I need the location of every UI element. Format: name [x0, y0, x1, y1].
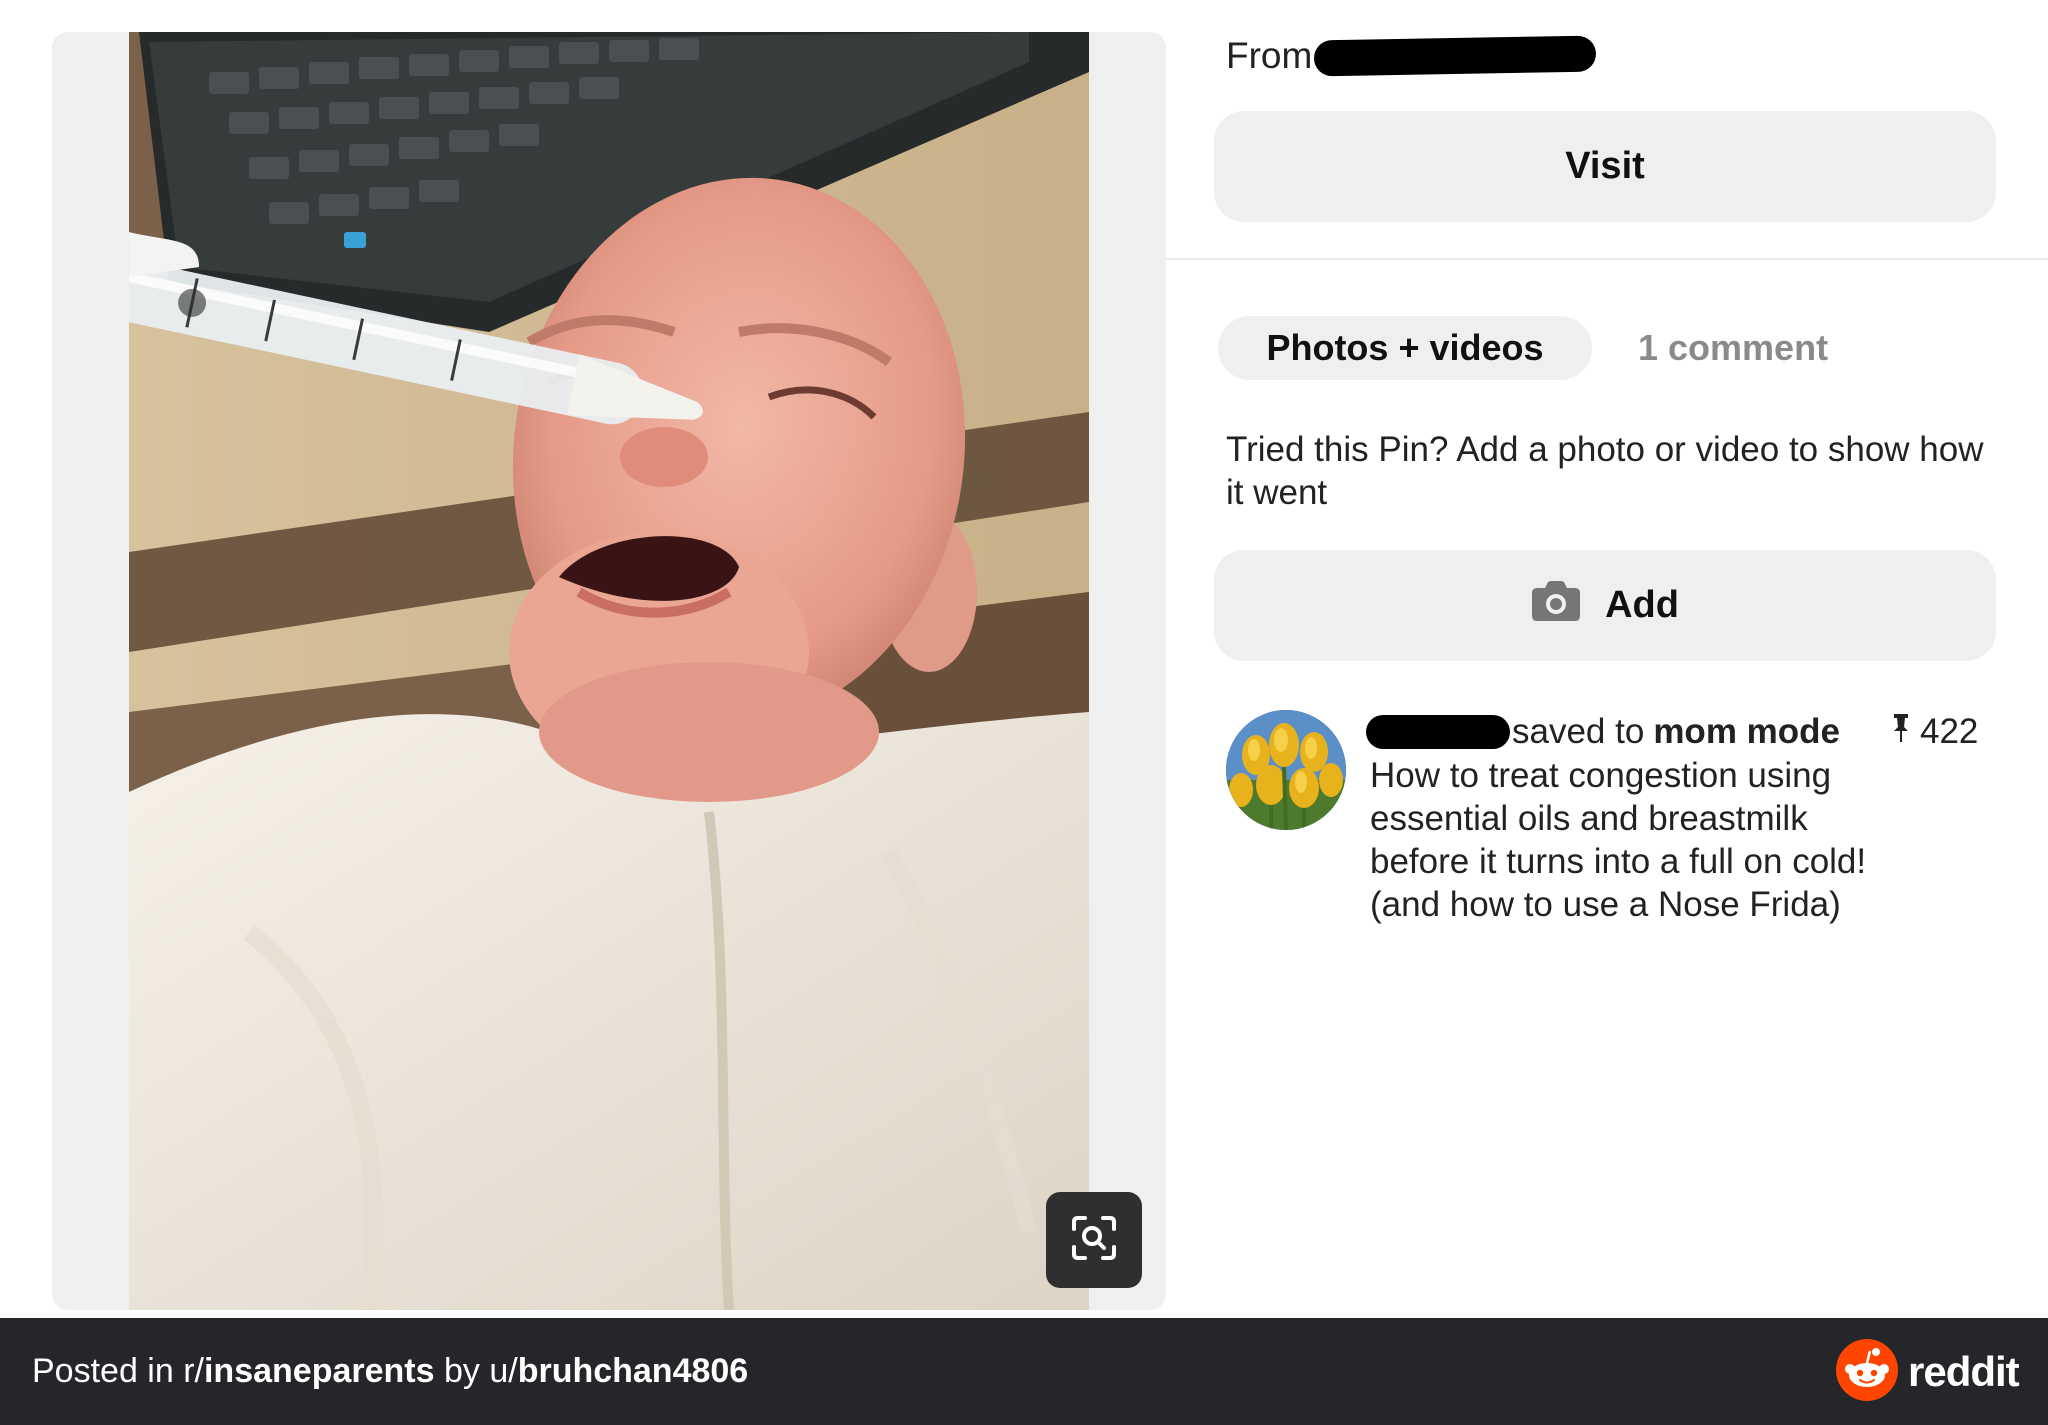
add-photo-button[interactable]: Add — [1214, 550, 1996, 661]
camera-icon — [1531, 580, 1581, 632]
by-label: by u/ — [434, 1352, 518, 1390]
reddit-footer: Posted in r/insaneparents by u/bruhchan4… — [0, 1318, 2048, 1425]
section-divider — [1166, 258, 2048, 260]
visual-search-icon — [1071, 1215, 1117, 1266]
tab-photos-videos[interactable]: Photos + videos — [1218, 316, 1592, 380]
board-name-link[interactable]: mom mode — [1653, 712, 1840, 752]
username-link[interactable]: bruhchan4806 — [518, 1352, 749, 1391]
pin-source: From — [1226, 30, 1597, 82]
activity-description: How to treat congestion using essential … — [1370, 756, 1867, 924]
pin-image-panel — [52, 32, 1166, 1310]
tab-photos-videos-label: Photos + videos — [1266, 327, 1544, 368]
reddit-logo: reddit — [1836, 1338, 2020, 1402]
posted-in-label: Posted in r/ — [32, 1352, 204, 1390]
pushpin-icon — [1892, 712, 1910, 752]
tab-comments[interactable]: 1 comment — [1638, 316, 1828, 380]
post-attribution: Posted in r/insaneparents by u/bruhchan4… — [32, 1318, 748, 1425]
saved-to-label: saved to — [1512, 712, 1645, 751]
from-label: From — [1226, 35, 1313, 76]
pin-count-value: 422 — [1920, 712, 1979, 751]
reddit-snoo-icon — [1836, 1338, 1898, 1406]
pin-count: 422 — [1892, 710, 1978, 754]
tried-pin-prompt: Tried this Pin? Add a photo or video to … — [1226, 430, 1984, 512]
pin-photo[interactable] — [129, 32, 1089, 1310]
add-label: Add — [1605, 584, 1679, 626]
subreddit-link[interactable]: insaneparents — [204, 1352, 435, 1391]
avatar[interactable] — [1226, 710, 1346, 830]
activity-header: saved to mom mode — [1366, 710, 1840, 754]
tab-comments-label: 1 comment — [1638, 327, 1829, 368]
visit-button[interactable]: Visit — [1214, 111, 1996, 222]
redacted-username — [1366, 715, 1510, 749]
visual-search-button[interactable] — [1046, 1192, 1142, 1288]
visit-label: Visit — [1565, 145, 1645, 187]
redacted-source-name — [1314, 35, 1597, 77]
reddit-wordmark: reddit — [1908, 1348, 2020, 1395]
